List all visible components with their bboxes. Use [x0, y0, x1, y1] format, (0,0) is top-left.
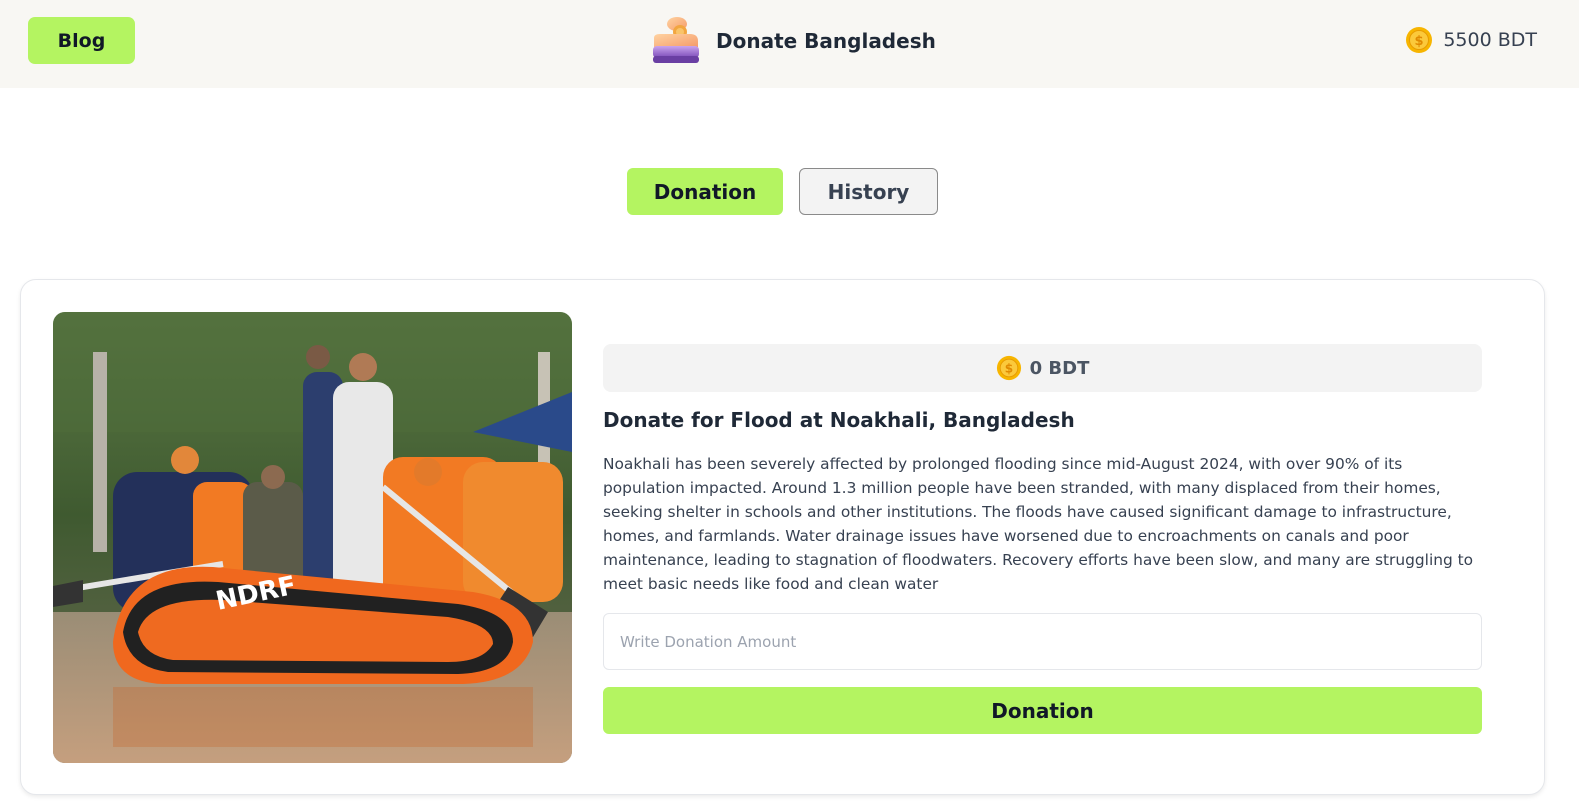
balance-amount: 5500 BDT: [1443, 29, 1537, 51]
donation-content: $ 0 BDT Donate for Flood at Noakhali, Ba…: [603, 344, 1482, 734]
donate-button[interactable]: Donation: [603, 687, 1482, 734]
tab-bar: Donation History: [627, 168, 938, 215]
brand-title: Donate Bangladesh: [716, 29, 936, 53]
svg-text:$: $: [1004, 362, 1012, 376]
collected-amount: 0 BDT: [1029, 357, 1090, 379]
blog-button[interactable]: Blog: [28, 17, 135, 64]
svg-text:$: $: [1415, 34, 1424, 49]
collected-amount-badge: $ 0 BDT: [603, 344, 1482, 392]
brand: Donate Bangladesh: [650, 14, 936, 68]
donation-card: NDRF $ 0 BDT Donate for Flood at Noakhal…: [20, 279, 1545, 795]
donation-title: Donate for Flood at Noakhali, Bangladesh: [603, 408, 1075, 432]
donation-hand-icon: [653, 17, 699, 63]
account-balance: $ 5500 BDT: [1405, 24, 1537, 56]
tab-history[interactable]: History: [799, 168, 938, 215]
donation-description: Noakhali has been severely affected by p…: [603, 455, 1474, 593]
flood-rescue-illustration: NDRF: [53, 312, 572, 763]
tab-donation[interactable]: Donation: [627, 168, 783, 215]
gold-coin-icon: $: [996, 355, 1021, 381]
donation-amount-input[interactable]: [603, 613, 1482, 670]
top-navbar: Blog Donate Bangladesh $ 5500 BDT: [0, 0, 1579, 88]
gold-coin-icon: $: [1406, 27, 1433, 53]
flood-rescue-image: NDRF: [53, 312, 572, 763]
